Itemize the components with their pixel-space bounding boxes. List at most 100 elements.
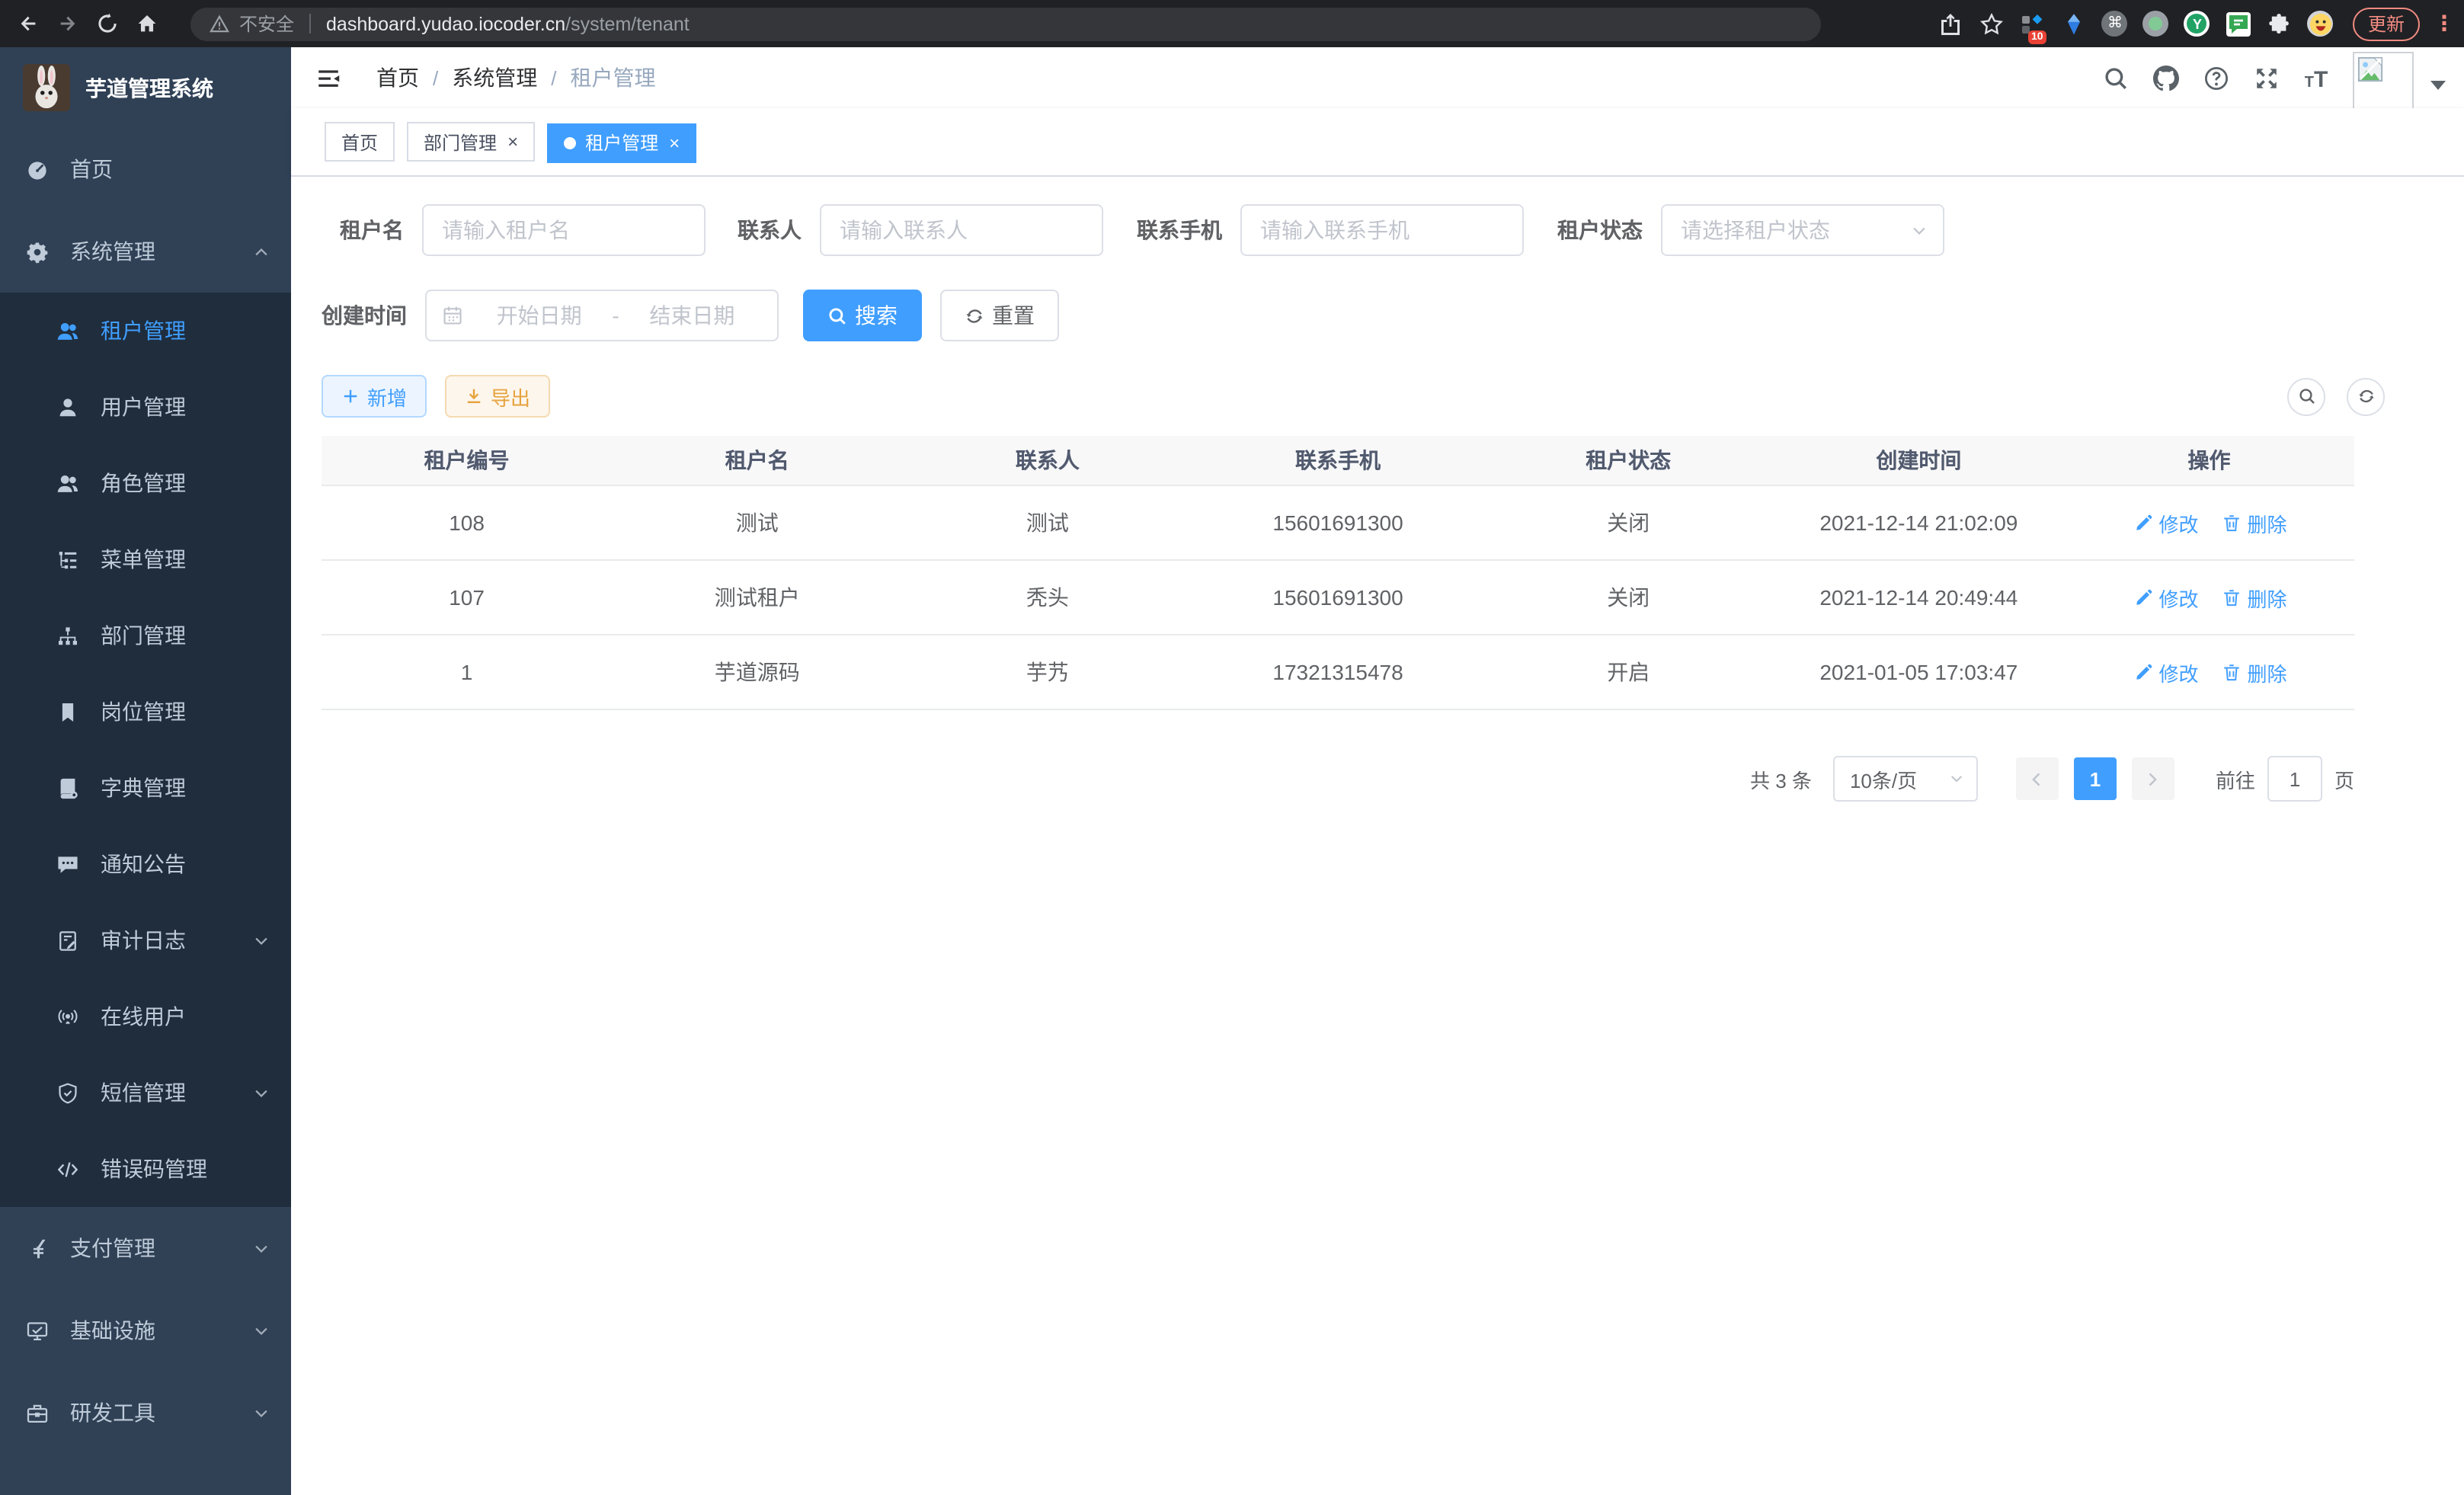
sidebar-item-dict[interactable]: 字典管理 xyxy=(0,750,291,826)
page-size-select[interactable]: 10条/页 xyxy=(1833,756,1978,802)
sidebar-item-dashboard[interactable]: 首页 xyxy=(0,128,291,210)
bookmark-star-icon[interactable] xyxy=(1978,10,2005,37)
sidebar-item-online[interactable]: 在线用户 xyxy=(0,978,291,1055)
close-icon[interactable]: × xyxy=(669,132,680,153)
url-text[interactable]: dashboard.yudao.iocoder.cn/system/tenant xyxy=(326,13,690,34)
status-select[interactable]: 请选择租户状态 xyxy=(1661,204,1944,256)
profile-avatar-icon[interactable] xyxy=(2307,10,2334,37)
pagination: 共 3 条 10条/页 1 前往 页 xyxy=(291,756,2464,802)
help-icon[interactable] xyxy=(2202,64,2229,91)
cell-id: 108 xyxy=(322,511,612,535)
refresh-table-icon[interactable] xyxy=(2347,377,2385,415)
sidebar-item-post[interactable]: 岗位管理 xyxy=(0,674,291,750)
edit-link[interactable]: 修改 xyxy=(2131,508,2198,537)
sidebar-item-tool[interactable]: 研发工具 xyxy=(0,1372,291,1454)
chevron-down-icon xyxy=(253,1084,270,1101)
extension-tasks-icon[interactable]: 10 xyxy=(2019,10,2046,37)
close-icon[interactable]: × xyxy=(507,131,518,152)
edit-link[interactable]: 修改 xyxy=(2131,658,2198,687)
extension-record-icon[interactable] xyxy=(2142,10,2170,37)
app-title: 芋道管理系统 xyxy=(85,72,213,103)
sidebar-item-tenant[interactable]: 租户管理 xyxy=(0,293,291,369)
github-icon[interactable] xyxy=(2152,64,2179,91)
delete-link[interactable]: 删除 xyxy=(2220,583,2287,612)
home-icon[interactable] xyxy=(126,4,166,43)
column-header: 联系手机 xyxy=(1192,445,1483,475)
tags-view: 首页部门管理× 租户管理× xyxy=(291,108,2464,177)
active-dot xyxy=(564,136,576,149)
dashboard-icon xyxy=(26,158,49,181)
tab-tenant[interactable]: 租户管理× xyxy=(547,123,696,162)
contact-input[interactable] xyxy=(820,204,1103,256)
chevron-down-icon xyxy=(253,1240,270,1257)
back-icon[interactable] xyxy=(8,4,47,43)
sidebar-item-infra[interactable]: 基础设施 xyxy=(0,1289,291,1372)
avatar-caret-icon[interactable] xyxy=(2430,81,2446,90)
extension-chat-icon[interactable] xyxy=(2225,10,2252,37)
sidebar-item-menu[interactable]: 菜单管理 xyxy=(0,521,291,597)
sidebar-item-notice[interactable]: 通知公告 xyxy=(0,826,291,902)
reset-button[interactable]: 重置 xyxy=(940,290,1059,341)
sidebar-item-code[interactable]: 错误码管理 xyxy=(0,1131,291,1207)
extension-command-icon[interactable]: ⌘ xyxy=(2101,10,2129,37)
font-size-icon[interactable]: TT xyxy=(2302,64,2330,91)
extensions-puzzle-icon[interactable] xyxy=(2266,10,2293,37)
cell-name: 测试租户 xyxy=(612,582,902,613)
end-date-placeholder[interactable]: 结束日期 xyxy=(622,300,762,331)
table-row: 107测试租户秃头15601691300关闭2021-12-14 20:49:4… xyxy=(322,561,2354,635)
sidebar-item-audit[interactable]: 审计日志 xyxy=(0,902,291,978)
tab-dept[interactable]: 部门管理× xyxy=(407,122,535,162)
next-page-button[interactable] xyxy=(2132,757,2174,800)
sidebar-item-role[interactable]: 角色管理 xyxy=(0,445,291,521)
sidebar-item-label: 字典管理 xyxy=(101,773,186,803)
delete-link[interactable]: 删除 xyxy=(2220,658,2287,687)
search-icon[interactable] xyxy=(2101,64,2129,91)
chrome-update-button[interactable]: 更新 xyxy=(2353,7,2420,40)
sidebar-item-gear[interactable]: 系统管理 xyxy=(0,210,291,293)
date-separator: - xyxy=(609,303,622,328)
mobile-input[interactable] xyxy=(1240,204,1524,256)
start-date-placeholder[interactable]: 开始日期 xyxy=(469,300,609,331)
extension-gem-icon[interactable] xyxy=(2060,10,2088,37)
sidebar-item-sms[interactable]: 短信管理 xyxy=(0,1055,291,1131)
app-logo[interactable]: 芋道管理系统 xyxy=(0,47,291,128)
url-bar[interactable]: 不安全 dashboard.yudao.iocoder.cn/system/te… xyxy=(190,7,1821,40)
user-avatar[interactable] xyxy=(2353,52,2414,113)
page-number-1[interactable]: 1 xyxy=(2074,757,2117,800)
logo-avatar xyxy=(23,64,70,111)
sidebar-item-label: 错误码管理 xyxy=(101,1154,207,1184)
prev-page-button[interactable] xyxy=(2016,757,2059,800)
browser-menu-icon[interactable]: ⋮ xyxy=(2434,11,2449,37)
breadcrumb-system[interactable]: 系统管理 xyxy=(452,62,537,93)
sidebar-item-label: 菜单管理 xyxy=(101,544,186,575)
security-label[interactable]: 不安全 xyxy=(239,11,294,37)
fullscreen-icon[interactable] xyxy=(2252,64,2280,91)
table-row: 108测试测试15601691300关闭2021-12-14 21:02:09修… xyxy=(322,486,2354,561)
cell-id: 107 xyxy=(322,585,612,610)
share-icon[interactable] xyxy=(1937,10,1964,37)
search-button[interactable]: 搜索 xyxy=(803,290,922,341)
date-range-picker[interactable]: 开始日期 - 结束日期 xyxy=(425,290,779,341)
reload-icon[interactable] xyxy=(87,4,126,43)
toggle-search-icon[interactable] xyxy=(2287,377,2325,415)
sidebar-item-dept[interactable]: 部门管理 xyxy=(0,597,291,674)
sidebar-item-label: 岗位管理 xyxy=(101,696,186,727)
add-button[interactable]: 新增 xyxy=(322,375,427,418)
hamburger-fold-icon[interactable] xyxy=(315,65,341,91)
sidebar-item-pay[interactable]: 支付管理 xyxy=(0,1207,291,1289)
breadcrumb-separator: / xyxy=(551,66,556,89)
delete-link[interactable]: 删除 xyxy=(2220,508,2287,537)
breadcrumb-home[interactable]: 首页 xyxy=(376,62,419,93)
export-button[interactable]: 导出 xyxy=(445,375,550,418)
table-row: 1芋道源码芋艿17321315478开启2021-01-05 17:03:47修… xyxy=(322,635,2354,710)
edit-link[interactable]: 修改 xyxy=(2131,583,2198,612)
goto-page-input[interactable] xyxy=(2267,756,2322,802)
cell-status: 开启 xyxy=(1483,657,1774,687)
forward-icon[interactable] xyxy=(47,4,87,43)
extension-y-icon[interactable]: Y xyxy=(2184,10,2211,37)
cell-actions: 修改删除 xyxy=(2064,583,2354,612)
sidebar-item-user[interactable]: 用户管理 xyxy=(0,369,291,445)
tab-home[interactable]: 首页 xyxy=(325,122,395,162)
column-header: 联系人 xyxy=(902,445,1192,475)
tenant-name-input[interactable] xyxy=(422,204,706,256)
